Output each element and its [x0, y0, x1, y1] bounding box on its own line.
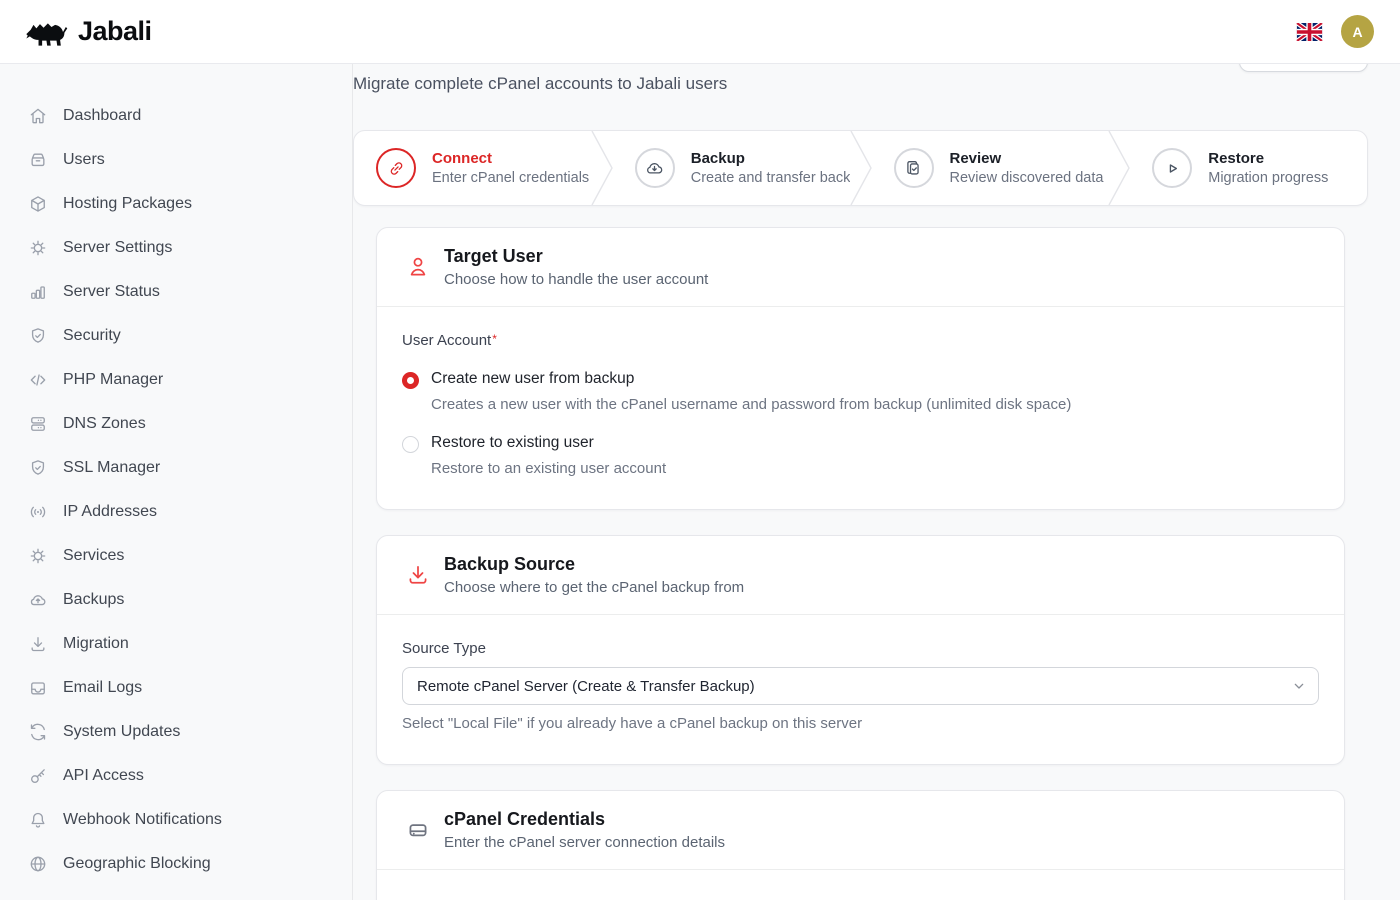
sidebar-item-services[interactable]: Services [0, 534, 352, 578]
cloud-download-icon [635, 148, 675, 188]
hard-drive-icon [405, 817, 431, 843]
backup-source-card: Backup Source Choose where to get the cP… [376, 535, 1345, 765]
target-user-card: Target User Choose how to handle the use… [376, 227, 1345, 510]
sidebar-item-dns-zones[interactable]: DNS Zones [0, 402, 352, 446]
sidebar-item-users[interactable]: Users [0, 138, 352, 182]
sidebar-item-hosting-packages[interactable]: Hosting Packages [0, 182, 352, 226]
sidebar-item-ssl-manager[interactable]: SSL Manager [0, 446, 352, 490]
key-icon [28, 766, 48, 786]
brand-logo-link[interactable]: Jabali [22, 16, 152, 48]
step-separator-chevron [591, 131, 613, 205]
card-title: cPanel Credentials [444, 809, 725, 830]
main-content: cPanel Migration Migrate complete cPanel… [353, 0, 1400, 900]
card-title: Backup Source [444, 554, 744, 575]
card-subtitle: Choose how to handle the user account [444, 271, 708, 288]
chevron-down-icon [1291, 678, 1307, 694]
boar-icon [22, 16, 68, 48]
radio-option-restore-to-existing-user[interactable]: Restore to existing user Restore to an e… [402, 434, 1319, 477]
source-type-label: Source Type [402, 640, 1319, 657]
link-icon [376, 148, 416, 188]
card-subtitle: Choose where to get the cPanel backup fr… [444, 579, 744, 596]
radio-button[interactable] [402, 436, 419, 453]
sidebar-item-dashboard[interactable]: Dashboard [0, 94, 352, 138]
download-tray-icon [405, 562, 431, 588]
radio-button[interactable] [402, 372, 419, 389]
step-connect[interactable]: Connect Enter cPanel credentials [354, 131, 591, 205]
users-icon [28, 150, 48, 170]
download-icon [28, 634, 48, 654]
sidebar-item-api-access[interactable]: API Access [0, 754, 352, 798]
migration-stepper: Connect Enter cPanel credentials Backup … [353, 130, 1368, 206]
broadcast-icon [28, 502, 48, 522]
avatar[interactable]: A [1341, 15, 1374, 48]
sidebar-item-server-status[interactable]: Server Status [0, 270, 352, 314]
card-title: Target User [444, 246, 708, 267]
home-icon [28, 106, 48, 126]
page-subtitle: Migrate complete cPanel accounts to Jaba… [353, 74, 727, 94]
sidebar: Dashboard Users Hosting Packages Server … [0, 64, 353, 900]
source-type-helper: Select "Local File" if you already have … [402, 715, 1319, 732]
gear-icon [28, 546, 48, 566]
sidebar-item-email-logs[interactable]: Email Logs [0, 666, 352, 710]
sidebar-item-server-settings[interactable]: Server Settings [0, 226, 352, 270]
radio-option-create-new-user-from-backup[interactable]: Create new user from backup Creates a ne… [402, 370, 1319, 413]
source-type-select[interactable]: Remote cPanel Server (Create & Transfer … [402, 667, 1319, 705]
cpanel-credentials-card: cPanel Credentials Enter the cPanel serv… [376, 790, 1345, 900]
shield-check-icon [28, 326, 48, 346]
step-separator-chevron [850, 131, 872, 205]
shield-check-icon [28, 458, 48, 478]
package-icon [28, 194, 48, 214]
code-icon [28, 370, 48, 390]
user-account-label: User Account* [402, 332, 1319, 349]
source-type-selected-value: Remote cPanel Server (Create & Transfer … [417, 678, 755, 695]
sidebar-item-migration[interactable]: Migration [0, 622, 352, 666]
step-separator-chevron [1108, 131, 1130, 205]
clipboard-check-icon [894, 148, 934, 188]
inbox-icon [28, 678, 48, 698]
step-restore[interactable]: Restore Migration progress [1130, 131, 1367, 205]
uk-flag-icon[interactable] [1296, 23, 1323, 41]
required-marker: * [492, 332, 497, 346]
step-review[interactable]: Review Review discovered data [872, 131, 1109, 205]
card-subtitle: Enter the cPanel server connection detai… [444, 834, 725, 851]
globe-icon [28, 854, 48, 874]
sidebar-item-system-updates[interactable]: System Updates [0, 710, 352, 754]
sidebar-item-php-manager[interactable]: PHP Manager [0, 358, 352, 402]
server-stack-icon [28, 414, 48, 434]
sidebar-item-geographic-blocking[interactable]: Geographic Blocking [0, 842, 352, 886]
bell-icon [28, 810, 48, 830]
sidebar-item-ip-addresses[interactable]: IP Addresses [0, 490, 352, 534]
bar-chart-icon [28, 282, 48, 302]
brand-name: Jabali [78, 16, 152, 47]
cloud-upload-icon [28, 590, 48, 610]
play-icon [1152, 148, 1192, 188]
step-backup[interactable]: Backup Create and transfer backup [613, 131, 850, 205]
app-header: Jabali A [0, 0, 1400, 64]
refresh-icon [28, 722, 48, 742]
gear-icon [28, 238, 48, 258]
user-account-radio-group: Create new user from backup Creates a ne… [402, 370, 1319, 477]
sidebar-item-security[interactable]: Security [0, 314, 352, 358]
sidebar-item-webhook-notifications[interactable]: Webhook Notifications [0, 798, 352, 842]
person-icon [405, 254, 431, 280]
sidebar-item-backups[interactable]: Backups [0, 578, 352, 622]
